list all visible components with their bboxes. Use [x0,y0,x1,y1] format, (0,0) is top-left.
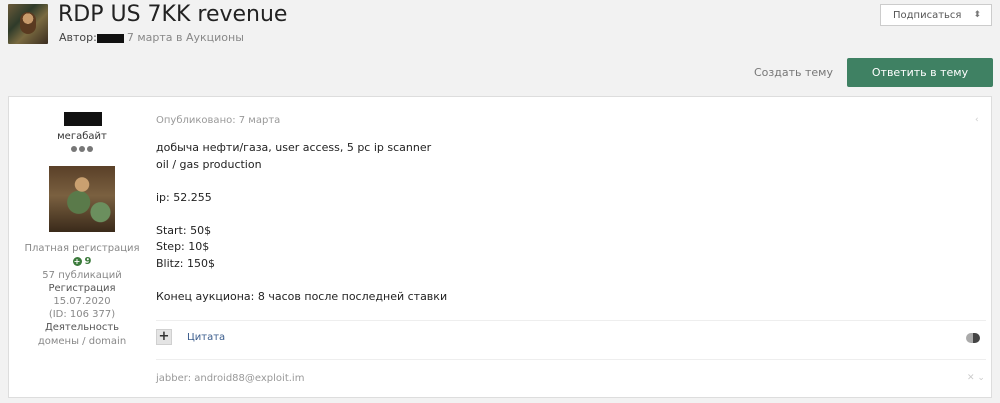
registration-label: Регистрация [48,283,116,294]
rank-pips [71,146,93,152]
posts-count: 57 публикаций [42,270,122,281]
author-rank: мегабайт [57,131,107,142]
follow-label: Подписаться [893,9,962,21]
rank-pip [79,146,85,152]
divider [156,359,986,360]
topic-meta: Автор: 7 марта в Аукционы [59,31,244,44]
rank-pip [87,146,93,152]
signature: jabber: android88@exploit.im [156,373,305,384]
published-date[interactable]: Опубликовано: 7 марта [156,115,280,126]
user-id: (ID: 106 377) [48,309,116,320]
reply-button[interactable]: Ответить в тему [847,58,993,87]
post-card: мегабайт Платная регистрация +9 57 публи… [8,96,992,398]
redacted-username [64,112,102,126]
registration-date: 15.07.2020 [53,296,111,307]
rank-pip [71,146,77,152]
post-line: Start: 50$ [156,223,212,237]
post-line: Step: 10$ [156,240,210,253]
start-topic-button[interactable]: Создать тему [754,66,833,79]
author-label: Автор: [59,31,97,44]
topic-author-avatar[interactable] [8,4,48,44]
page-title: RDP US 7KK revenue [58,2,288,27]
activity-value: домены / domain [37,336,127,347]
close-icon[interactable]: ✕ ⌄ [967,373,985,383]
sort-caret-icon: ⬍ [973,10,981,20]
multiquote-button[interactable]: + [156,329,172,345]
author-group: Платная регистрация [24,243,140,254]
avatar[interactable] [49,166,115,232]
post-line: ip: 52.255 [156,190,212,204]
reputation-badge: +9 [9,256,155,267]
post-line: добыча нефти/газа, user access, 5 pc ip … [156,141,432,154]
share-icon[interactable]: ‹ [975,115,983,125]
divider [156,320,986,321]
post-body: добыча нефти/газа, user access, 5 pc ip … [156,140,447,305]
post-line: Конец аукциона: 8 часов после последней … [156,289,448,303]
post-line: Blitz: 150$ [156,256,215,270]
post-line: oil / gas production [156,157,262,171]
quote-button[interactable]: Цитата [187,332,225,343]
reputation-value: 9 [84,256,92,267]
author-panel: мегабайт Платная регистрация +9 57 публи… [9,97,145,397]
follow-button[interactable]: Подписаться ⬍ [880,4,992,26]
redacted-author-name [96,33,124,43]
topic-date[interactable]: 7 марта в Аукционы [127,31,244,44]
activity-label: Деятельность [44,322,120,333]
toggle-icon[interactable] [966,333,980,343]
plus-circle-icon: + [72,256,82,266]
